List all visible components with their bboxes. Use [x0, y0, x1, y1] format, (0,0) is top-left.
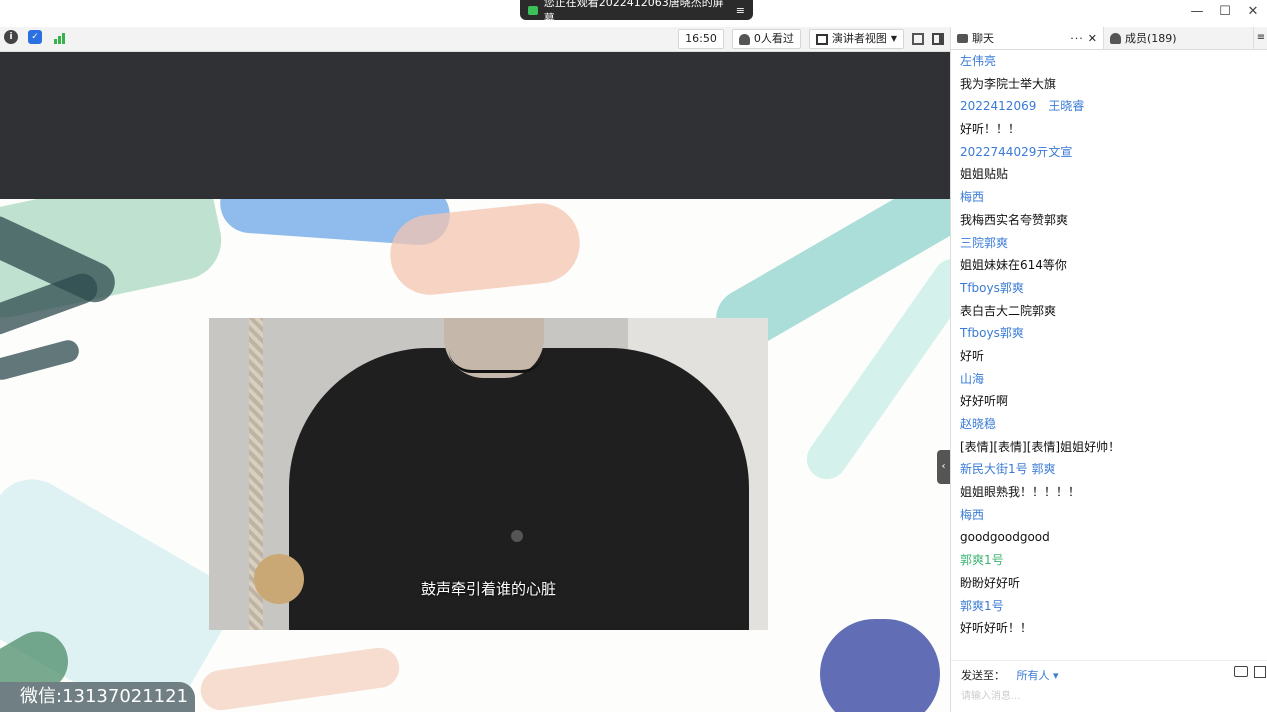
- side-panel-toggle-icon[interactable]: [932, 33, 944, 45]
- person-icon: [738, 33, 750, 45]
- members-icon: [1110, 32, 1121, 44]
- message-sender: 山海: [960, 371, 985, 386]
- panel-menu-icon[interactable]: ≡: [1253, 27, 1267, 49]
- recipient-value: 所有人: [1016, 669, 1050, 682]
- tab-chat[interactable]: 聊天 ··· ✕: [951, 27, 1103, 49]
- send-to-label: 发送至：: [961, 669, 1005, 682]
- meeting-timer: 16:50: [678, 29, 724, 49]
- message-text: 姐姐妹妹在614等你: [960, 258, 1067, 273]
- screenshot-icon[interactable]: [1254, 666, 1266, 678]
- video-subtitle: 鼓声牵引着谁的心脏: [420, 580, 556, 598]
- more-icon[interactable]: ···: [1070, 32, 1084, 45]
- meeting-toolbar: i ✓ 16:50 0人看过 演讲者视图 ▼: [0, 27, 950, 52]
- message-text: 好听: [960, 348, 985, 363]
- view-mode-dropdown[interactable]: 演讲者视图 ▼: [808, 29, 904, 49]
- message-sender: 三院郭爽: [960, 235, 1009, 250]
- letterbox-band: [0, 52, 950, 199]
- maximize-button[interactable]: ☐: [1211, 0, 1239, 24]
- file-icon[interactable]: [1234, 666, 1248, 677]
- message-sender: Tfboys郭爽: [960, 280, 1024, 295]
- side-panel: 聊天 ··· ✕ 成员(189) ≡ 左伟亮 我为李院士举大旗 20224120…: [950, 27, 1267, 712]
- signal-icon[interactable]: [52, 30, 66, 44]
- screen-share-banner: 您正在观看2022412063唐晓杰的屏幕 ≡: [520, 0, 753, 25]
- viewers-button[interactable]: 0人看过: [731, 29, 801, 49]
- window-controls: — ☐ ✕: [1183, 0, 1267, 24]
- side-panel-tabs: 聊天 ··· ✕ 成员(189) ≡: [951, 27, 1267, 50]
- message-sender: 2022744029亓文宣: [960, 144, 1073, 159]
- message-text: 表白吉大二院郭爽: [960, 303, 1057, 318]
- message-sender: 梅西: [960, 190, 985, 205]
- minimize-button[interactable]: —: [1183, 0, 1211, 24]
- message-text: goodgoodgood: [960, 530, 1050, 545]
- wechat-watermark: 微信:13137021121: [0, 682, 195, 712]
- shared-screen-area: 鼓声牵引着谁的心脏 微信:13137021121 ‹: [0, 52, 950, 712]
- message-sender: 梅西: [960, 507, 985, 522]
- message-text: 盼盼好好听: [960, 575, 1021, 590]
- message-sender: 新民大街1号 郭爽: [960, 462, 1056, 477]
- chat-message-list[interactable]: 左伟亮 我为李院士举大旗 2022412069 王晓睿 好听！！！ 202274…: [951, 50, 1267, 662]
- chevron-down-icon: ▼: [890, 34, 897, 43]
- recipient-dropdown[interactable]: 所有人 ▾: [1017, 669, 1059, 682]
- viewers-count: 0人看过: [753, 32, 794, 45]
- info-icon[interactable]: i: [4, 30, 18, 44]
- message-text: 我为李院士举大旗: [960, 76, 1057, 91]
- close-button[interactable]: ✕: [1239, 0, 1267, 24]
- banner-menu-icon[interactable]: ≡: [736, 4, 745, 17]
- presenter-view-icon: [815, 33, 828, 45]
- message-text: 姐姐眼熟我！！！！！: [960, 485, 1081, 500]
- message-text: 姐姐贴贴: [960, 167, 1009, 182]
- close-icon[interactable]: ✕: [1088, 32, 1097, 45]
- fullscreen-icon[interactable]: [912, 33, 924, 45]
- message-text: 好听！！！: [960, 122, 1021, 137]
- screen-share-icon: [528, 5, 538, 15]
- slide-background: 鼓声牵引着谁的心脏: [0, 199, 950, 712]
- view-mode-label: 演讲者视图: [831, 32, 887, 45]
- shield-icon[interactable]: ✓: [28, 30, 42, 44]
- message-sender: 郭爽1号: [960, 553, 1004, 568]
- share-banner-text: 您正在观看2022412063唐晓杰的屏幕: [543, 0, 724, 25]
- chat-composer: 发送至： 所有人 ▾ 请输入消息...: [951, 660, 1267, 713]
- message-sender: 2022412069 王晓睿: [960, 99, 1085, 114]
- message-sender: Tfboys郭爽: [960, 326, 1024, 341]
- message-input[interactable]: 请输入消息...: [961, 687, 1021, 702]
- message-sender: 郭爽1号: [960, 598, 1004, 613]
- chevron-left-icon[interactable]: ‹: [937, 450, 950, 484]
- tab-chat-label: 聊天: [972, 32, 994, 45]
- message-sender: 左伟亮: [960, 54, 997, 68]
- message-text: 我梅西实名夸赞郭爽: [960, 212, 1069, 227]
- message-text: [表情][表情][表情]姐姐好帅！: [960, 439, 1121, 454]
- send-to-row: 发送至： 所有人 ▾: [961, 667, 1059, 683]
- message-sender: 赵晓稳: [960, 417, 997, 431]
- tab-members-label: 成员(189): [1125, 32, 1177, 45]
- tab-members[interactable]: 成员(189): [1103, 27, 1253, 49]
- webcam-feed: 鼓声牵引着谁的心脏: [209, 318, 768, 630]
- message-text: 好好听啊: [960, 394, 1009, 409]
- message-text: 好听好听！！: [960, 621, 1033, 636]
- chat-icon: [957, 33, 968, 43]
